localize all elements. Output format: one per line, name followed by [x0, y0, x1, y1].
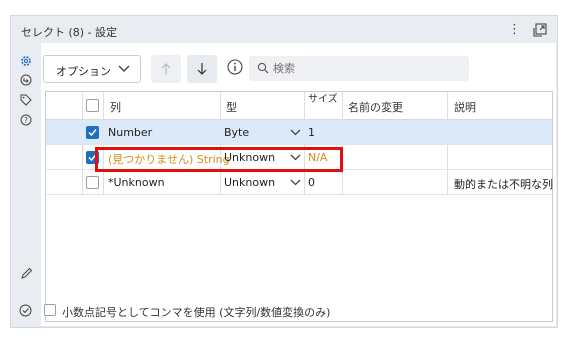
side-toolbar: ?: [11, 43, 41, 329]
column-header-type[interactable]: 型: [226, 99, 237, 115]
arrow-down-icon: [197, 63, 207, 75]
table-row[interactable]: Number Byte 1: [46, 120, 552, 145]
column-header-field[interactable]: 列: [110, 99, 121, 115]
panel-header: セレクト (8) - 設定 ⋮: [11, 16, 557, 43]
options-label: オプション: [56, 65, 111, 78]
missing-field-highlight: [95, 147, 343, 172]
select-all-checkbox[interactable]: [86, 99, 99, 112]
content-area: オプション 検索 列 型 サイズ 名前の変更 説明 Number Byte 1 …: [41, 43, 556, 326]
return-icon[interactable]: [20, 74, 32, 86]
chevron-down-icon[interactable]: [290, 178, 301, 187]
arrow-up-icon: [161, 63, 171, 75]
field-grid: 列 型 サイズ 名前の変更 説明 Number Byte 1 (見つかりません)…: [45, 91, 553, 322]
move-down-button[interactable]: [187, 55, 217, 83]
description-cell[interactable]: 動的または不明な列: [454, 176, 553, 192]
info-icon[interactable]: [227, 59, 243, 75]
help-icon[interactable]: ?: [20, 114, 32, 126]
gear-icon[interactable]: [20, 55, 32, 67]
field-name-cell: *Unknown: [108, 176, 165, 189]
grid-header: 列 型 サイズ 名前の変更 説明: [46, 92, 552, 120]
size-cell[interactable]: 1: [308, 126, 315, 139]
search-input[interactable]: [273, 59, 463, 78]
toolbar: オプション: [41, 43, 556, 88]
row-checkbox[interactable]: [86, 126, 99, 139]
more-options-icon[interactable]: ⋮: [508, 22, 521, 37]
tag-icon[interactable]: [20, 94, 32, 106]
options-dropdown[interactable]: オプション: [43, 55, 141, 83]
chevron-down-icon[interactable]: [290, 128, 301, 137]
check-icon: [88, 129, 97, 137]
column-header-size[interactable]: サイズ: [308, 94, 338, 105]
pencil-icon[interactable]: [20, 267, 33, 280]
chevron-down-icon: [118, 65, 130, 72]
type-cell[interactable]: Byte: [224, 126, 249, 139]
panel-title: セレクト (8) - 設定: [21, 26, 118, 39]
column-header-rename[interactable]: 名前の変更: [348, 99, 403, 115]
decimal-comma-label: 小数点記号としてコンマを使用 (文字列/数値変換のみ): [62, 306, 331, 319]
popout-icon[interactable]: [533, 23, 547, 37]
move-up-button[interactable]: [151, 55, 181, 83]
type-cell[interactable]: Unknown: [224, 176, 275, 189]
row-checkbox[interactable]: [86, 176, 99, 189]
check-circle-icon[interactable]: [19, 304, 32, 317]
svg-text:?: ?: [24, 116, 28, 125]
column-header-description[interactable]: 説明: [454, 99, 476, 115]
search-box[interactable]: [249, 56, 469, 81]
search-icon: [257, 62, 269, 74]
decimal-comma-checkbox[interactable]: [44, 304, 56, 316]
field-name-cell: Number: [108, 126, 153, 139]
table-row[interactable]: *Unknown Unknown 0 動的または不明な列: [46, 170, 553, 195]
size-cell[interactable]: 0: [308, 176, 315, 189]
